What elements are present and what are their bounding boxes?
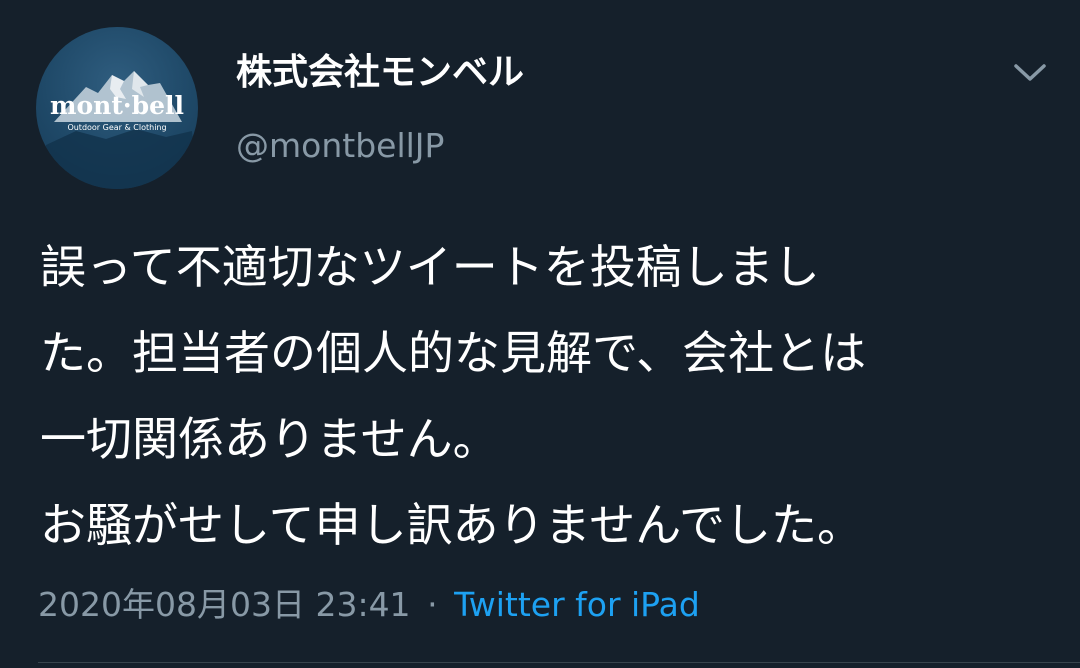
avatar[interactable]: mont·bell Outdoor Gear & Clothing [36, 27, 198, 189]
meta-separator: · [427, 585, 438, 624]
tweet-text-line: た。担当者の個人的な見解で、会社とは [40, 326, 867, 380]
avatar-logo-subtext: Outdoor Gear & Clothing [67, 123, 167, 132]
tweet-text-line: 誤って不適切なツイートを投稿しまし [40, 240, 820, 294]
avatar-logo-text: mont·bell [50, 91, 184, 120]
author-display-name[interactable]: 株式会社モンベル [236, 51, 524, 95]
divider [38, 662, 1080, 663]
chevron-down-icon[interactable] [1010, 58, 1050, 86]
tweet-text-line: お騒がせして申し訳ありませんでした。 [40, 498, 863, 552]
tweet-text: 誤って不適切なツイートを投稿しまし た。担当者の個人的な見解で、会社とは 一切関… [40, 224, 1060, 568]
author-handle[interactable]: @montbellJP [236, 124, 444, 168]
tweet-meta: 2020年08月03日 23:41 · Twitter for iPad [38, 583, 700, 627]
tweet-source-link[interactable]: Twitter for iPad [454, 585, 700, 624]
tweet-timestamp[interactable]: 2020年08月03日 23:41 [38, 585, 411, 624]
tweet-text-line: 一切関係ありません。 [40, 412, 499, 466]
